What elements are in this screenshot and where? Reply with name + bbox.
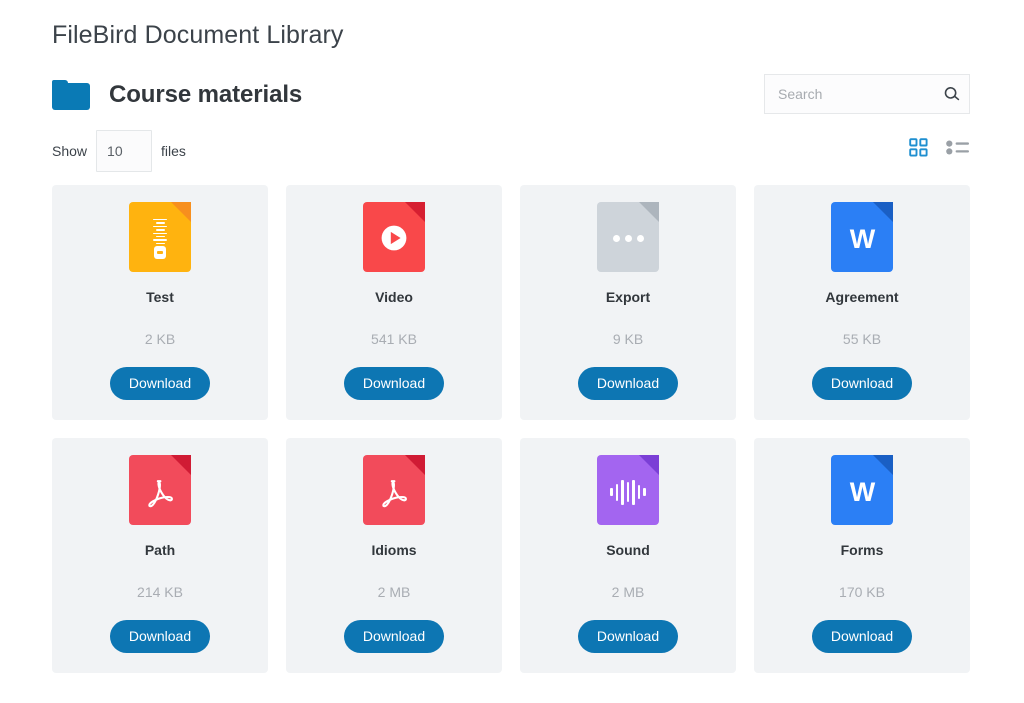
file-name: Idioms <box>371 541 416 559</box>
file-name: Video <box>375 288 413 306</box>
view-toggle <box>907 136 972 159</box>
search-box[interactable] <box>764 74 970 114</box>
file-size: 214 KB <box>137 583 183 601</box>
document-library-page: FileBird Document Library Course materia… <box>0 0 1024 703</box>
file-card[interactable]: Test 2 KB Download <box>52 185 268 420</box>
file-size: 9 KB <box>613 330 643 348</box>
file-size: 170 KB <box>839 583 885 601</box>
grid-view-button[interactable] <box>907 136 930 159</box>
file-name: Agreement <box>825 288 898 306</box>
file-card[interactable]: W Forms 170 KB Download <box>754 438 970 673</box>
search-button[interactable] <box>936 75 969 113</box>
download-button[interactable]: Download <box>344 367 444 400</box>
files-per-page-input[interactable] <box>96 130 152 172</box>
word-file-icon: W <box>831 202 893 272</box>
file-card[interactable]: Sound 2 MB Download <box>520 438 736 673</box>
page-title: FileBird Document Library <box>52 20 344 50</box>
zip-file-icon <box>129 202 191 272</box>
file-card[interactable]: W Agreement 55 KB Download <box>754 185 970 420</box>
file-card[interactable]: Export 9 KB Download <box>520 185 736 420</box>
grid-view-icon <box>909 138 928 157</box>
pdf-file-icon <box>129 455 191 525</box>
file-name: Export <box>606 288 650 306</box>
video-file-icon <box>363 202 425 272</box>
show-label: Show <box>52 143 87 159</box>
file-card[interactable]: Idioms 2 MB Download <box>286 438 502 673</box>
file-size: 2 MB <box>612 583 645 601</box>
file-name: Path <box>145 541 175 559</box>
download-button[interactable]: Download <box>110 367 210 400</box>
download-button[interactable]: Download <box>812 367 912 400</box>
file-size: 2 KB <box>145 330 175 348</box>
list-view-icon <box>946 138 970 157</box>
folder-name: Course materials <box>109 81 302 109</box>
search-input[interactable] <box>765 75 936 113</box>
generic-file-icon <box>597 202 659 272</box>
file-size: 55 KB <box>843 330 881 348</box>
download-button[interactable]: Download <box>812 620 912 653</box>
download-button[interactable]: Download <box>578 367 678 400</box>
file-name: Sound <box>606 541 650 559</box>
list-view-button[interactable] <box>944 136 972 159</box>
download-button[interactable]: Download <box>110 620 210 653</box>
file-grid: Test 2 KB Download Video 541 <box>52 185 972 673</box>
audio-file-icon <box>597 455 659 525</box>
file-size: 541 KB <box>371 330 417 348</box>
file-name: Test <box>146 288 174 306</box>
word-file-icon: W <box>831 455 893 525</box>
search-icon <box>943 85 962 104</box>
download-button[interactable]: Download <box>344 620 444 653</box>
folder-icon <box>52 80 90 110</box>
download-button[interactable]: Download <box>578 620 678 653</box>
list-controls: Show files <box>52 130 972 172</box>
pdf-file-icon <box>363 455 425 525</box>
file-card[interactable]: Path 214 KB Download <box>52 438 268 673</box>
file-name: Forms <box>841 541 884 559</box>
file-size: 2 MB <box>378 583 411 601</box>
files-label: files <box>161 143 186 159</box>
show-files-group: Show files <box>52 130 186 172</box>
file-card[interactable]: Video 541 KB Download <box>286 185 502 420</box>
